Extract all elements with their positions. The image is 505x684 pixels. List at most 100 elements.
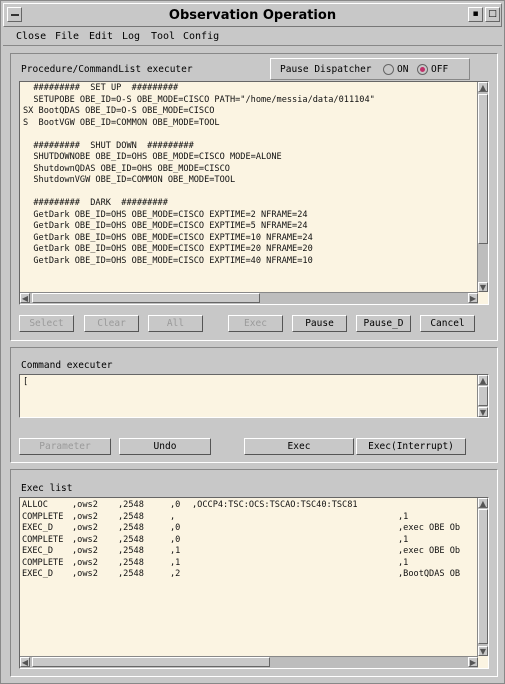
scroll-left-arrow-icon[interactable]: ◀: [20, 657, 30, 667]
command-vscroll-thumb[interactable]: [478, 386, 488, 406]
procedure-line[interactable]: S BootVGW OBE_ID=COMMON OBE_MODE=TOOL: [23, 118, 375, 130]
cancel-button[interactable]: Cancel: [420, 315, 475, 332]
scroll-down-arrow-icon[interactable]: ▼: [478, 646, 488, 656]
procedure-hscroll-thumb[interactable]: [32, 293, 260, 303]
exec-list-row[interactable]: EXEC_D ,ows2 ,2548 ,0 ,exec OBE Ob: [20, 523, 478, 535]
scroll-up-arrow-icon[interactable]: ▲: [478, 375, 488, 385]
command-label: Command executer: [21, 360, 113, 371]
procedure-line[interactable]: GetDark OBE_ID=OHS OBE_MODE=CISCO EXPTIM…: [23, 244, 375, 256]
scroll-down-arrow-icon[interactable]: ▼: [478, 407, 488, 417]
pause-button[interactable]: Pause: [292, 315, 347, 332]
procedure-line[interactable]: ShutdownQDAS OBE_ID=OHS OBE_MODE=CISCO: [23, 164, 375, 176]
exec-procedure-button[interactable]: Exec: [228, 315, 283, 332]
radio-on-label: ON: [397, 64, 409, 75]
undo-button[interactable]: Undo: [119, 438, 211, 455]
command-input[interactable]: [ ▲ ▼: [19, 374, 489, 418]
exec-list-cell: ALLOC: [22, 500, 48, 510]
exec-list-cell: ,2: [170, 569, 181, 579]
pause-dispatcher-label: Pause Dispatcher: [280, 64, 372, 75]
scroll-right-arrow-icon[interactable]: ▶: [468, 657, 478, 667]
exec-hscroll-thumb[interactable]: [32, 657, 270, 667]
procedure-line[interactable]: ######### SHUT DOWN #########: [23, 141, 375, 153]
exec-list-cell: ,OCCP4:TSC:OCS:TSCAO:TSC40:TSC81: [192, 500, 358, 510]
radio-on[interactable]: [383, 64, 394, 75]
menu-edit[interactable]: Edit: [89, 31, 113, 42]
pause-d-button[interactable]: Pause_D: [356, 315, 411, 332]
exec-list-area[interactable]: ALLOC ,ows2 ,2548 ,0 ,OCCP4:TSC:OCS:TSCAO:TS…: [19, 497, 489, 669]
procedure-label: Procedure/CommandList executer: [21, 64, 193, 75]
procedure-vscroll-thumb[interactable]: [478, 94, 488, 244]
exec-list-cell: ,0: [170, 500, 181, 510]
exec-list-cell: ,: [170, 511, 176, 522]
procedure-panel: Procedure/CommandList executer Pause Dis…: [10, 53, 498, 341]
menu-close[interactable]: Close: [16, 31, 46, 42]
menu-log[interactable]: Log: [122, 31, 140, 42]
exec-list-row[interactable]: COMPLETE ,ows2 ,2548 ,0 ,1: [20, 535, 478, 547]
scroll-down-arrow-icon[interactable]: ▼: [478, 282, 488, 292]
procedure-line[interactable]: SETUPOBE OBE_ID=O-S OBE_MODE=CISCO PATH=…: [23, 95, 374, 107]
exec-command-button[interactable]: Exec: [244, 438, 354, 455]
exec-list-cell: ,1: [398, 534, 409, 545]
exec-list-cell: ,exec OBE Ob: [398, 523, 461, 533]
exec-list-cell: ,2548: [118, 523, 144, 533]
procedure-hscroll[interactable]: ◀ ▶: [20, 292, 478, 304]
parameter-button[interactable]: Parameter: [19, 438, 111, 455]
exec-vscroll[interactable]: ▲ ▼: [477, 498, 488, 656]
exec-vscroll-thumb[interactable]: [478, 509, 488, 644]
exec-list-cell: ,2548: [118, 557, 144, 568]
menu-file[interactable]: File: [55, 31, 79, 42]
exec-list-row[interactable]: COMPLETE ,ows2 ,2548 ,1 ,1: [20, 558, 478, 570]
radio-off-label: OFF: [431, 64, 449, 75]
exec-list-cell: ,0: [170, 523, 181, 533]
procedure-line[interactable]: SHUTDOWNOBE OBE_ID=OHS OBE_MODE=CISCO MO…: [23, 152, 375, 164]
radio-off[interactable]: [417, 64, 428, 75]
clear-button[interactable]: Clear: [84, 315, 139, 332]
command-vscroll[interactable]: ▲ ▼: [477, 375, 488, 417]
procedure-line[interactable]: [23, 129, 375, 141]
procedure-line[interactable]: GetDark OBE_ID=OHS OBE_MODE=CISCO EXPTIM…: [23, 221, 375, 233]
menu-bar: Close File Edit Log Tool Config: [3, 28, 502, 46]
minimize-button[interactable]: ▪: [468, 7, 483, 22]
exec-list-cell: ,1: [398, 557, 409, 568]
procedure-vscroll[interactable]: ▲ ▼: [477, 82, 488, 292]
scroll-left-arrow-icon[interactable]: ◀: [20, 293, 30, 303]
menu-config[interactable]: Config: [183, 31, 219, 42]
command-input-value: [: [23, 377, 29, 387]
exec-list-cell: COMPLETE: [22, 534, 64, 545]
exec-list-cell: ,ows2: [72, 511, 98, 522]
exec-list-row[interactable]: ALLOC ,ows2 ,2548 ,0 ,OCCP4:TSC:OCS:TSCAO:TS…: [20, 500, 478, 512]
all-button[interactable]: All: [148, 315, 203, 332]
title-bar[interactable]: Observation Operation ▪ □: [3, 3, 502, 27]
exec-list-cell: ,BootQDAS OB: [398, 569, 461, 579]
maximize-button[interactable]: □: [485, 7, 500, 22]
exec-list-cell: EXEC_D: [22, 546, 54, 556]
window-title: Observation Operation: [168, 8, 337, 23]
exec-list-cell: ,2548: [118, 534, 144, 545]
procedure-text-area[interactable]: ######### SET UP ######### SETUPOBE OBE_…: [19, 81, 489, 305]
procedure-line[interactable]: [23, 187, 375, 199]
exec-list-row[interactable]: COMPLETE ,ows2 ,2548, ,1: [20, 512, 478, 524]
command-panel: Command executer [ ▲ ▼ Parameter Undo Ex…: [10, 347, 498, 463]
procedure-line[interactable]: GetDark OBE_ID=OHS OBE_MODE=CISCO EXPTIM…: [23, 210, 375, 222]
exec-list-label: Exec list: [21, 483, 73, 494]
procedure-line[interactable]: SX BootQDAS OBE_ID=O-S OBE_MODE=CISCO: [23, 106, 375, 118]
exec-list-cell: ,2548: [118, 500, 144, 510]
scroll-right-arrow-icon[interactable]: ▶: [468, 293, 478, 303]
scroll-up-arrow-icon[interactable]: ▲: [478, 82, 488, 92]
procedure-line[interactable]: ######### DARK #########: [23, 198, 375, 210]
exec-list-cell: COMPLETE: [22, 511, 64, 522]
menu-tool[interactable]: Tool: [151, 31, 175, 42]
procedure-line[interactable]: ######### SET UP #########: [23, 83, 375, 95]
select-button[interactable]: Select: [19, 315, 74, 332]
exec-list-cell: ,ows2: [72, 546, 98, 556]
scroll-up-arrow-icon[interactable]: ▲: [478, 498, 488, 508]
procedure-line[interactable]: GetDark OBE_ID=OHS OBE_MODE=CISCO EXPTIM…: [23, 233, 375, 245]
exec-list-cell: ,ows2: [72, 500, 98, 510]
exec-list-cell: EXEC_D: [22, 523, 54, 533]
procedure-line[interactable]: ShutdownVGW OBE_ID=COMMON OBE_MODE=TOOL: [23, 175, 375, 187]
exec-hscroll[interactable]: ◀ ▶: [20, 656, 478, 668]
procedure-line[interactable]: GetDark OBE_ID=OHS OBE_MODE=CISCO EXPTIM…: [23, 256, 375, 268]
exec-list-row[interactable]: EXEC_D ,ows2 ,2548 ,2 ,BootQDAS OB: [20, 569, 478, 581]
exec-list-row[interactable]: EXEC_D ,ows2 ,2548 ,1 ,exec OBE Ob: [20, 546, 478, 558]
exec-interrupt-button[interactable]: Exec(Interrupt): [356, 438, 466, 455]
